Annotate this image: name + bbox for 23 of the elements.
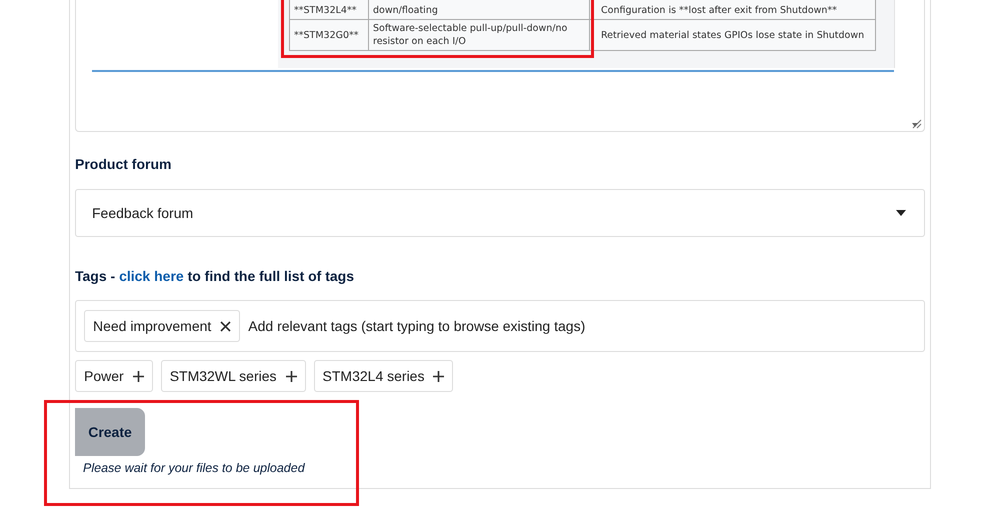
table-cell: **STM32L4** — [290, 0, 368, 20]
table-cell: Software-selectable pull-up/pull-down/no resistor on each I/O — [368, 20, 590, 50]
table-cell: down/floating — [368, 0, 590, 20]
tag-suggestion[interactable]: STM32WL series — [160, 360, 306, 392]
plus-icon — [132, 370, 144, 382]
plus-icon — [433, 370, 444, 382]
forum-dropdown[interactable]: Feedback forum — [75, 189, 925, 237]
tag-suggestion[interactable]: Power — [75, 360, 153, 392]
table-cell: **STM32G0** — [290, 20, 368, 50]
tags-link[interactable]: click here — [119, 268, 184, 284]
close-icon[interactable] — [220, 320, 232, 332]
field-label: Tags - click here to find the full list of tags — [75, 268, 356, 284]
table-cell: Configuration is **lost after exit from Shutdown** — [590, 0, 876, 20]
tag-chip[interactable]: Need improvement — [84, 310, 240, 342]
table-cell: Retrieved material states GPIOs lose state in Shutdown — [590, 20, 876, 50]
field-label: Product forum — [75, 156, 172, 172]
text-editor[interactable] — [75, 0, 925, 132]
upload-note: Please wait for your files to be uploaded — [83, 461, 306, 475]
tags-field[interactable]: Need improvement Add relevant tags (start typing to browse existing tags) — [75, 300, 925, 352]
plus-icon — [286, 370, 297, 382]
tag-suggestion[interactable]: STM32L4 series — [314, 360, 454, 392]
caret-icon — [896, 210, 906, 216]
resize-handle-icon[interactable] — [912, 119, 922, 129]
